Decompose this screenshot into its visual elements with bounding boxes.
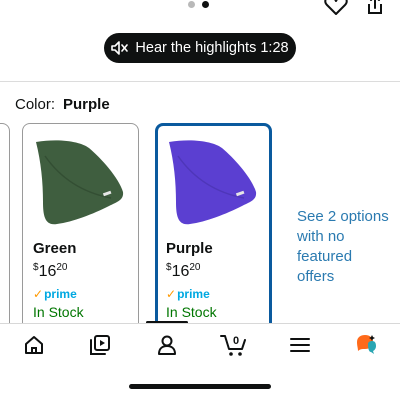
home-indicator[interactable]: [129, 384, 271, 389]
speaker-icon: [111, 41, 129, 55]
color-selector-label: Color: Purple: [15, 96, 110, 113]
hear-highlights-button[interactable]: Hear the highlights 1:28: [104, 33, 296, 63]
prime-check-icon: ✓: [166, 287, 177, 301]
stock-status: In Stock: [166, 304, 217, 320]
stock-status: In Stock: [33, 304, 84, 320]
heart-icon[interactable]: [324, 0, 348, 21]
prime-badge: ✓prime: [33, 287, 77, 301]
variant-card-previous[interactable]: [0, 123, 10, 333]
divider: [0, 81, 400, 82]
variant-name: Green: [33, 240, 77, 257]
variant-card-green[interactable]: Green $1620 ✓prime In Stock: [22, 123, 139, 333]
variant-name: Purple: [166, 240, 213, 257]
home-icon[interactable]: [21, 332, 47, 358]
variant-image-green: [31, 136, 129, 233]
video-icon[interactable]: [87, 332, 113, 358]
prime-check-icon: ✓: [33, 287, 44, 301]
account-icon[interactable]: [154, 332, 180, 358]
hear-highlights-label: Hear the highlights 1:28: [135, 40, 289, 56]
cart-icon[interactable]: 0: [220, 332, 250, 358]
color-label: Color:: [15, 96, 56, 113]
see-options-link[interactable]: See 2 options with no featured offers: [297, 207, 393, 287]
share-icon[interactable]: [364, 0, 386, 21]
variant-price: $1620: [166, 262, 201, 280]
variant-price: $1620: [33, 262, 68, 280]
carousel-dots: [188, 1, 209, 8]
carousel-dot-active[interactable]: [202, 1, 209, 8]
prime-badge: ✓prime: [166, 287, 210, 301]
cart-count: 0: [233, 335, 239, 347]
variant-card-purple[interactable]: Purple $1620 ✓prime In Stock: [155, 123, 272, 333]
carousel-dot[interactable]: [188, 1, 195, 8]
menu-icon[interactable]: [287, 332, 313, 358]
variant-image-purple: [164, 136, 262, 233]
assistant-icon[interactable]: [353, 332, 379, 358]
color-selected-value: Purple: [63, 96, 110, 113]
